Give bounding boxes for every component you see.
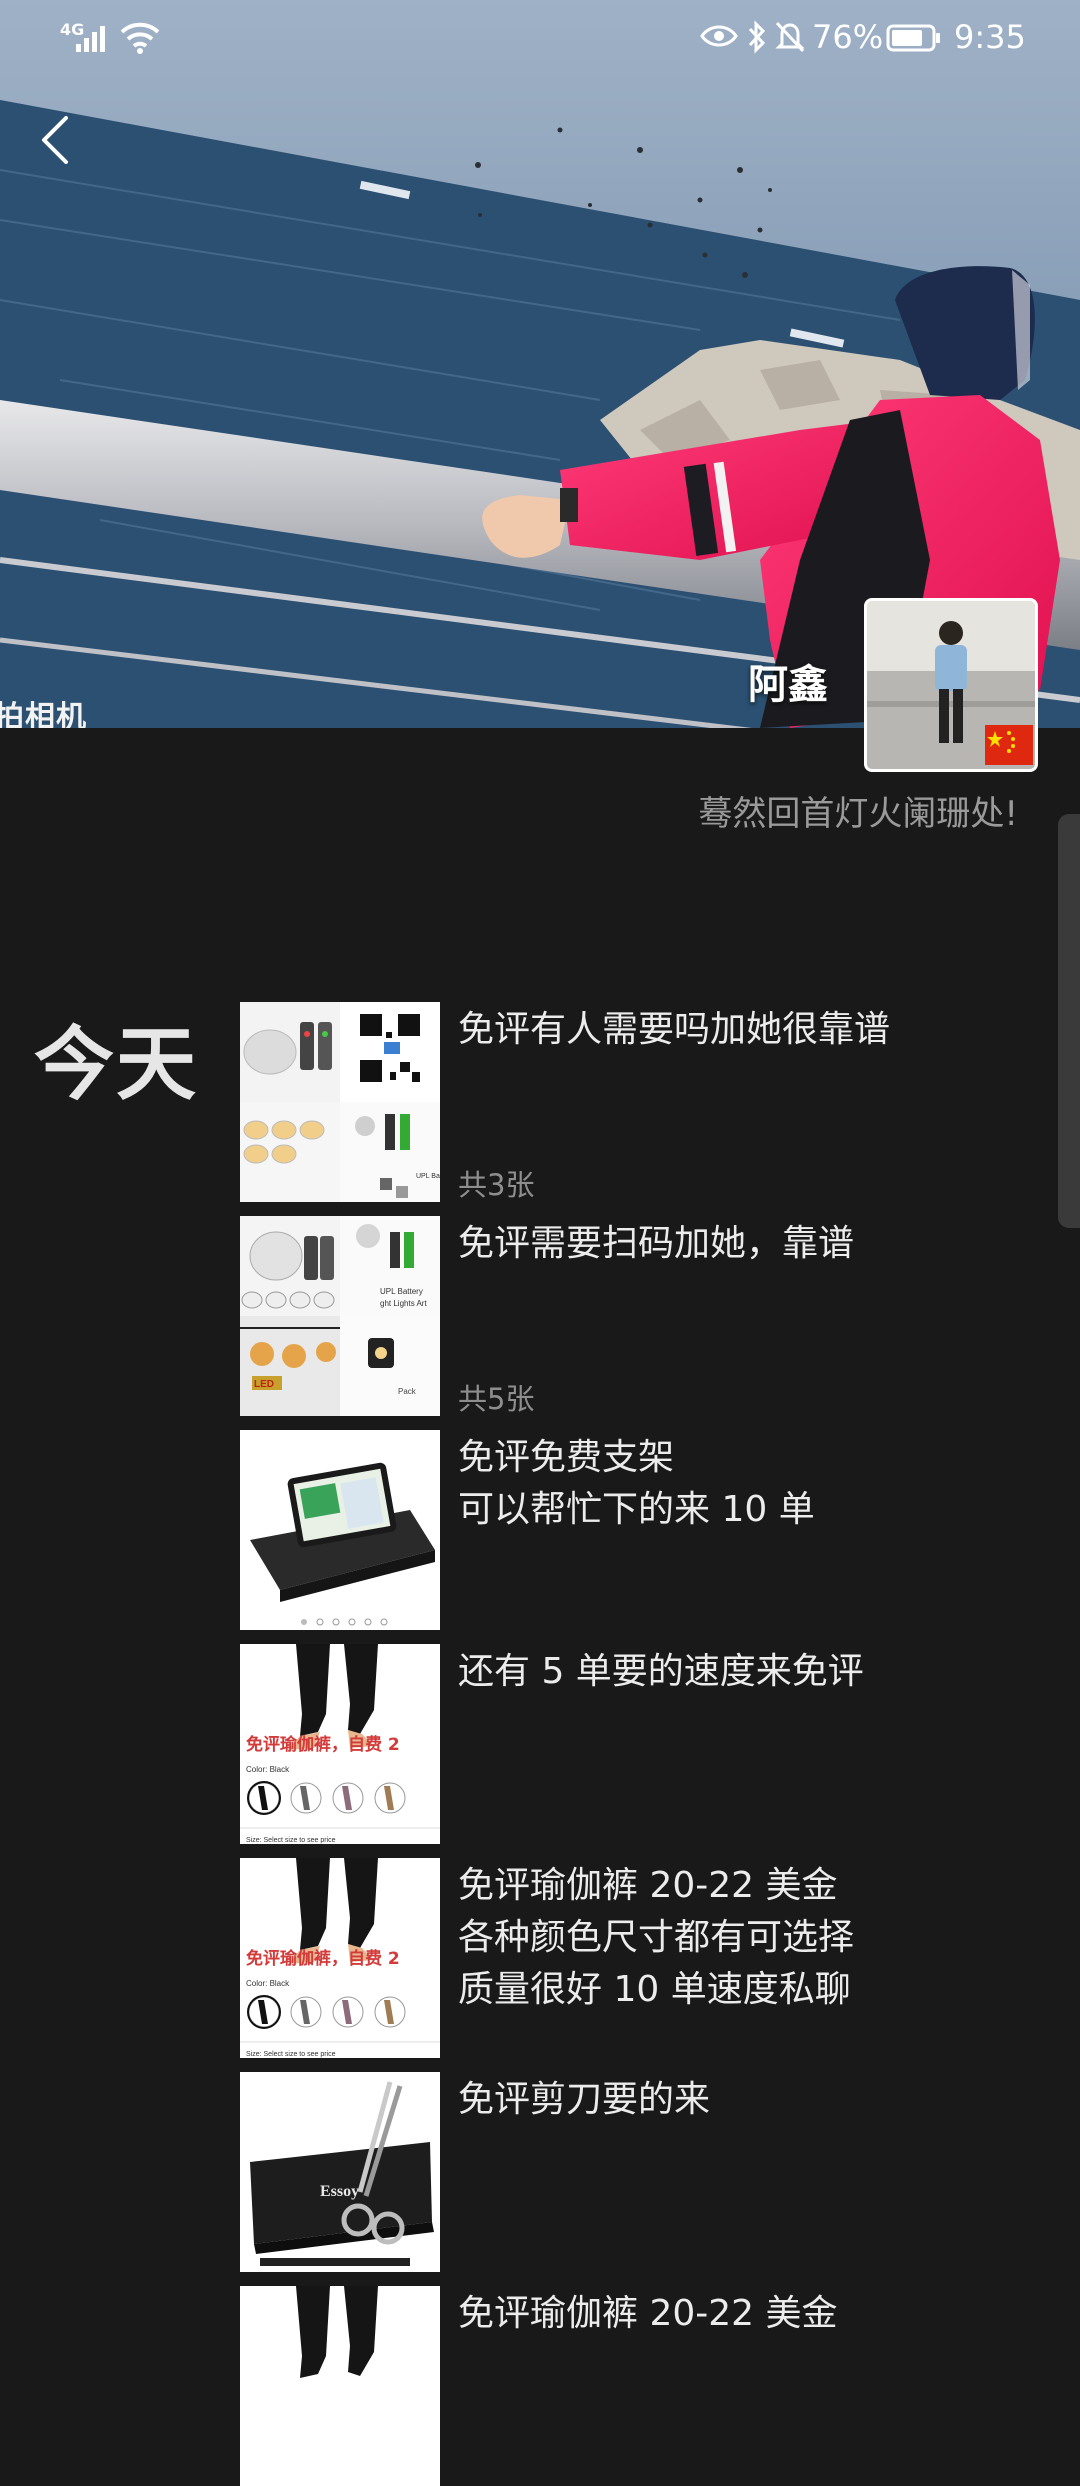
svg-text:免评瑜伽裤，自费 2: 免评瑜伽裤，自费 2 bbox=[246, 1948, 400, 1969]
post-text: 免评剪刀要的来 bbox=[458, 2079, 711, 2120]
svg-text:Color: Black: Color: Black bbox=[246, 1979, 290, 1988]
svg-text:UPL Battery: UPL Battery bbox=[380, 1287, 423, 1296]
moment-post[interactable]: Essoy 免评剪刀要的来 bbox=[240, 2072, 1040, 2272]
moment-post[interactable]: 免评免费支架 可以帮忙下的来 10 单 bbox=[240, 1430, 1040, 1630]
svg-text:Essoy: Essoy bbox=[320, 2183, 359, 2200]
moment-post[interactable]: UPL Battery 免评有人需要吗加她很靠谱 共3张 bbox=[240, 1002, 1040, 1202]
avatar[interactable] bbox=[864, 598, 1038, 772]
wifi-icon bbox=[120, 22, 160, 54]
eye-icon bbox=[700, 25, 738, 47]
bluetooth-icon bbox=[748, 20, 766, 54]
svg-text:UPL Battery: UPL Battery bbox=[416, 1173, 440, 1180]
clock: 9:35 bbox=[954, 18, 1026, 56]
post-text: 免评瑜伽裤 20-22 美金 各种颜色尺寸都有可选择 质量很好 10 单速度私聊 bbox=[458, 1865, 855, 2010]
svg-text:Color: Black: Color: Black bbox=[246, 1765, 290, 1774]
post-thumbnail[interactable] bbox=[240, 2286, 440, 2486]
status-bar: 4G 76% 9:35 bbox=[0, 0, 1080, 72]
moment-post[interactable]: 免评瑜伽裤，自费 2 Color: Black Size: Select siz… bbox=[240, 1644, 1040, 1844]
signal-icon bbox=[76, 26, 105, 52]
svg-text:Pack: Pack bbox=[398, 1387, 417, 1396]
post-photo-count: 共3张 bbox=[458, 1168, 535, 1202]
mute-bell-icon bbox=[775, 21, 805, 53]
svg-text:Size: Select size to see price: Size: Select size to see price bbox=[246, 1837, 336, 1844]
avatar-photo bbox=[867, 601, 1035, 769]
post-photo-count: 共5张 bbox=[458, 1382, 535, 1416]
post-thumbnail[interactable]: Essoy bbox=[240, 2072, 440, 2272]
post-thumbnail[interactable]: 免评瑜伽裤，自费 2 Color: Black Size: Select siz… bbox=[240, 1858, 440, 2058]
post-text: 免评免费支架 可以帮忙下的来 10 单 bbox=[458, 1437, 815, 1530]
svg-text:Size: Select size to see price: Size: Select size to see price bbox=[246, 2051, 336, 2058]
scrollbar[interactable] bbox=[1058, 814, 1080, 1228]
moment-post[interactable]: 免评瑜伽裤，自费 2 Color: Black Size: Select siz… bbox=[240, 1858, 1040, 2058]
post-text: 免评瑜伽裤 20-22 美金 bbox=[458, 2293, 838, 2334]
battery-percent: 76% bbox=[812, 18, 884, 56]
svg-text:LED: LED bbox=[254, 1379, 274, 1390]
svg-text:ght Lights Art: ght Lights Art bbox=[380, 1299, 427, 1308]
china-flag-icon bbox=[985, 725, 1033, 765]
cover-watermark-text: 拍相机 bbox=[0, 700, 87, 728]
day-label: 今天 bbox=[34, 1018, 198, 1111]
back-button[interactable] bbox=[28, 108, 80, 172]
post-text: 免评有人需要吗加她很靠谱 bbox=[458, 1009, 891, 1050]
post-thumbnail[interactable]: UPL Battery bbox=[240, 1002, 440, 1202]
post-thumbnail[interactable]: UPL Battery ght Lights Art LED Pack bbox=[240, 1216, 440, 1416]
battery-icon bbox=[886, 24, 940, 52]
chevron-left-icon bbox=[42, 116, 68, 164]
post-thumbnail[interactable] bbox=[240, 1430, 440, 1630]
svg-text:免评瑜伽裤，自费 2: 免评瑜伽裤，自费 2 bbox=[246, 1734, 400, 1755]
post-text: 还有 5 单要的速度来免评 bbox=[458, 1651, 864, 1692]
moment-post[interactable]: UPL Battery ght Lights Art LED Pack 免评需要… bbox=[240, 1216, 1040, 1416]
profile-name: 阿鑫 bbox=[748, 662, 828, 708]
post-thumbnail[interactable]: 免评瑜伽裤，自费 2 Color: Black Size: Select siz… bbox=[240, 1644, 440, 1844]
post-text: 免评需要扫码加她，靠谱 bbox=[458, 1223, 855, 1264]
profile-signature: 蓦然回首灯火阑珊处! bbox=[698, 794, 1018, 834]
moment-post[interactable]: 免评瑜伽裤 20-22 美金 bbox=[240, 2286, 1040, 2486]
